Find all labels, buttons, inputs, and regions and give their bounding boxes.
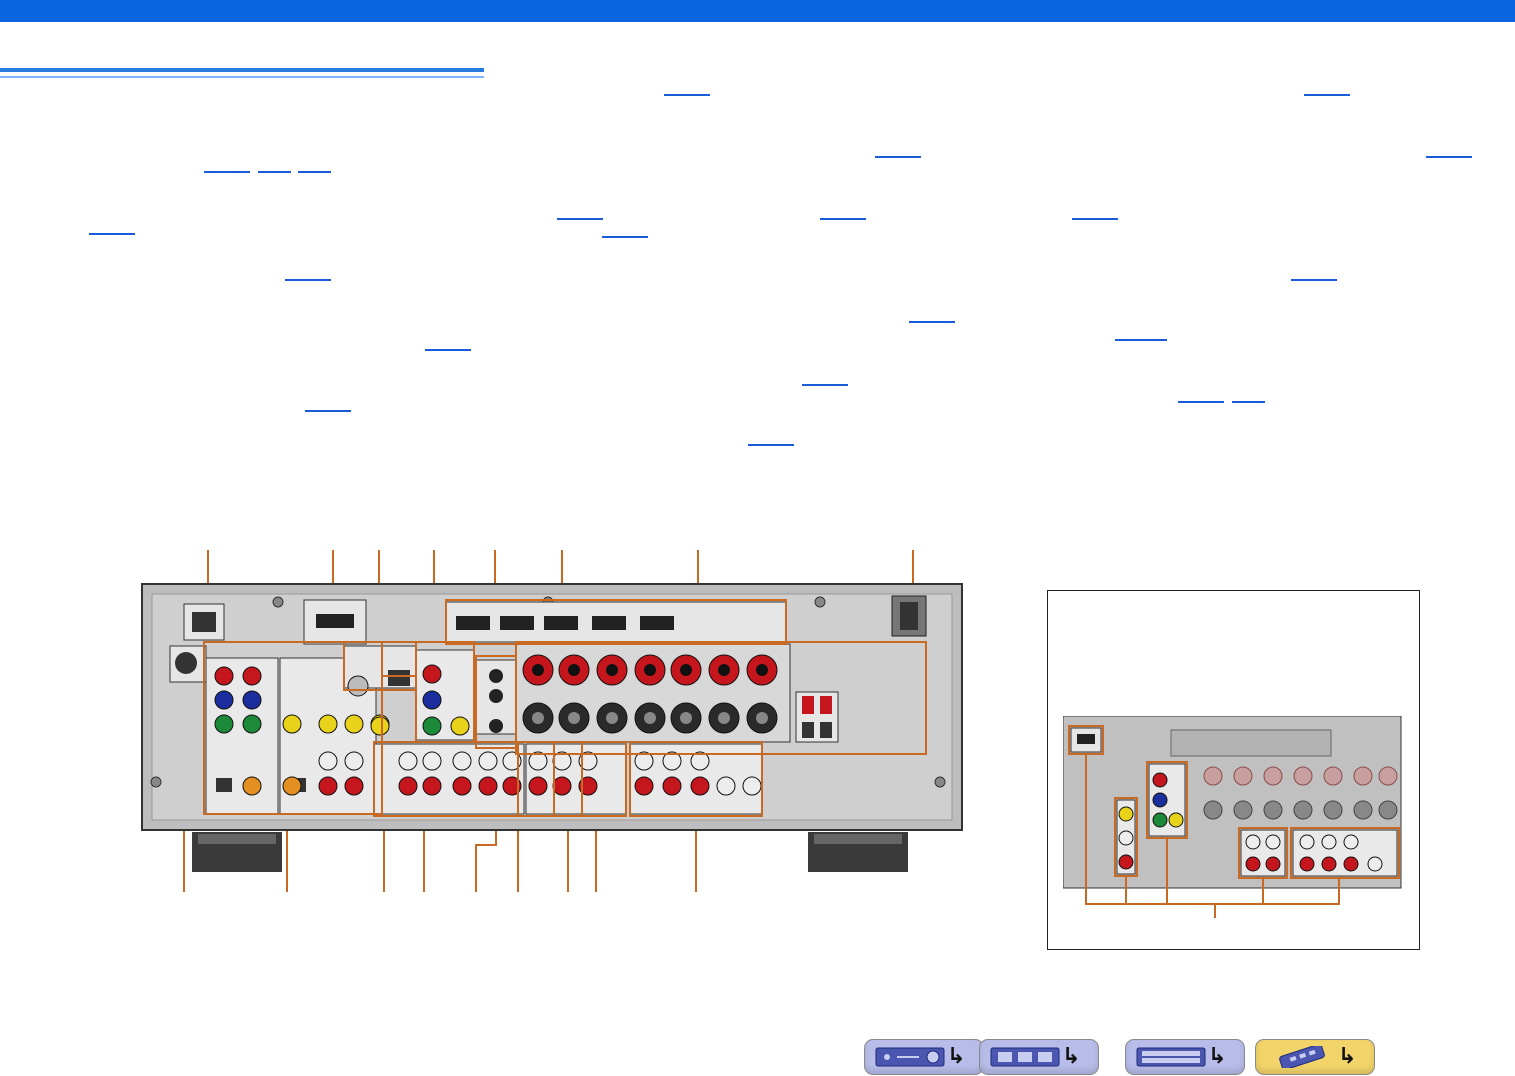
page-ref-link[interactable] [89, 233, 135, 235]
speaker-terminals [515, 643, 839, 743]
page-ref-link[interactable] [664, 94, 710, 96]
page-ref-link[interactable] [1426, 156, 1472, 158]
trigger-jacks [475, 659, 517, 735]
hdmi-in-group [445, 601, 787, 643]
receiver-front-icon [875, 1047, 945, 1067]
page-ref-link[interactable] [1072, 218, 1118, 220]
page-ref-link[interactable] [1304, 94, 1350, 96]
arrow-icon: ↳ [1062, 1044, 1081, 1069]
page-ref-link[interactable] [204, 171, 250, 173]
nav-button-rear-panel[interactable]: ↳ [1125, 1039, 1245, 1075]
page-ref-link[interactable] [820, 218, 866, 220]
title-rule-secondary [0, 76, 484, 78]
page-ref-link[interactable] [802, 384, 848, 386]
front-panel-display-icon [990, 1047, 1060, 1067]
arrow-icon: ↳ [1208, 1044, 1227, 1069]
page-ref-link[interactable] [557, 218, 603, 220]
page-ref-link[interactable] [1291, 279, 1337, 281]
antenna-jacks [343, 645, 417, 697]
page-ref-link[interactable] [1178, 401, 1224, 403]
inset-panel-diagram [1063, 716, 1402, 918]
nav-button-front-panel[interactable]: ↳ [864, 1039, 984, 1075]
page-ref-link[interactable] [425, 349, 471, 351]
page-ref-link[interactable] [1115, 339, 1167, 341]
nav-button-display[interactable]: ↳ [979, 1039, 1099, 1075]
rear-panel-icon [1136, 1047, 1206, 1067]
page-ref-link[interactable] [909, 321, 955, 323]
page-ref-link[interactable] [602, 236, 648, 238]
component-video-inputs [205, 657, 279, 815]
arrow-icon: ↳ [947, 1044, 966, 1069]
arrow-icon: ↳ [1338, 1044, 1357, 1069]
page-ref-link[interactable] [748, 444, 794, 446]
page-ref-link[interactable] [875, 156, 921, 158]
rear-panel-diagram [141, 583, 963, 872]
remote-control-icon [1279, 1046, 1325, 1068]
title-rule [0, 68, 484, 72]
header-bar [0, 0, 1515, 22]
page-ref-link[interactable] [285, 279, 331, 281]
nav-button-remote[interactable]: ↳ [1255, 1039, 1375, 1075]
page-ref-link[interactable] [1232, 401, 1265, 403]
page-ref-link[interactable] [298, 171, 331, 173]
page-ref-link[interactable] [305, 410, 351, 412]
page-ref-link[interactable] [258, 171, 291, 173]
